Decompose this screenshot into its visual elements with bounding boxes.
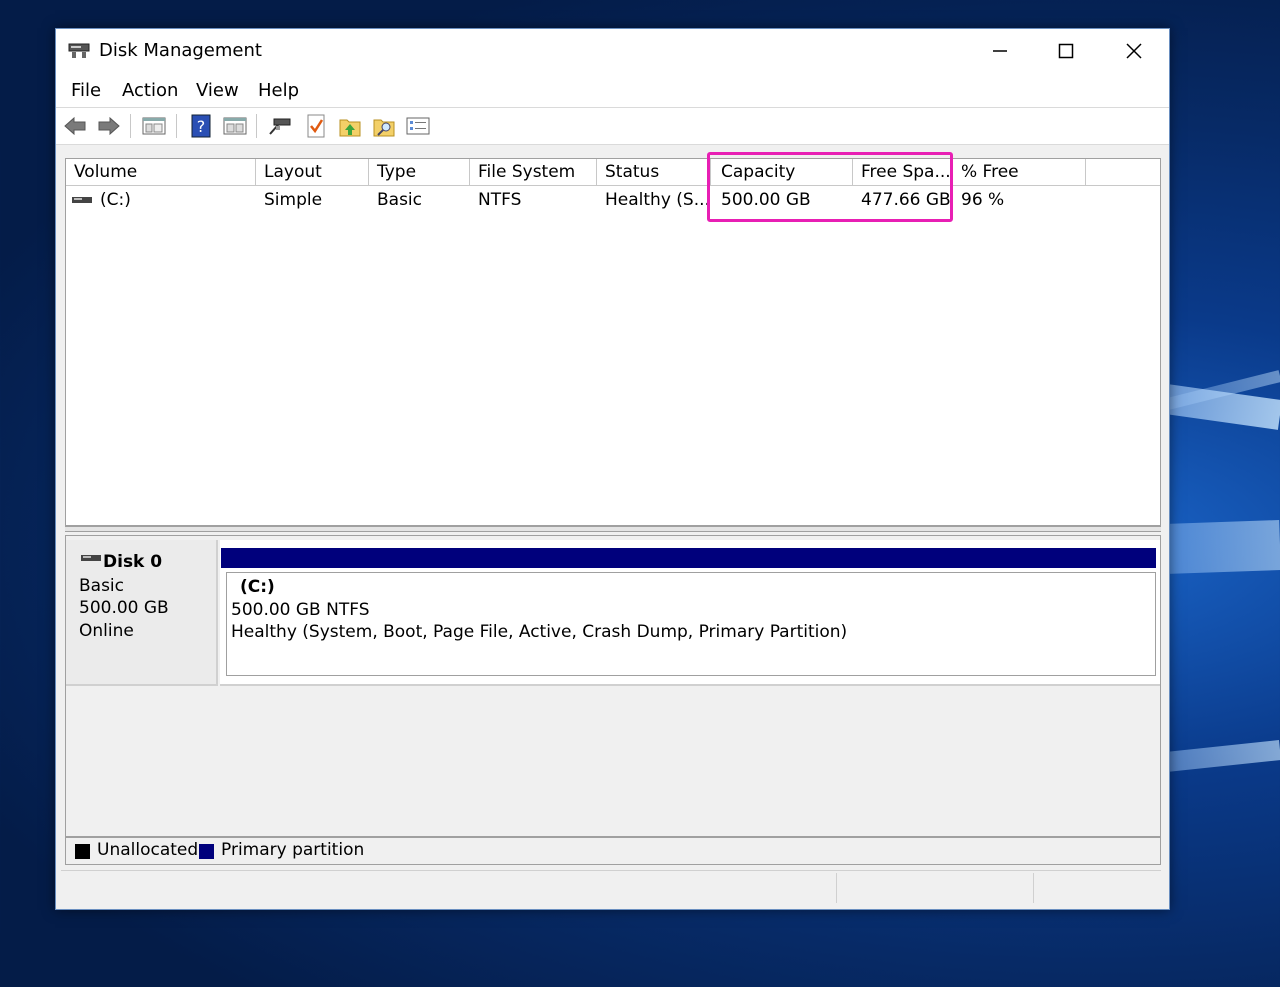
capacity-free-space-highlight xyxy=(707,152,953,222)
disk-info-panel[interactable]: Disk 0 Basic 500.00 GB Online xyxy=(66,540,218,686)
partition-size-fs: 500.00 GB NTFS xyxy=(231,600,370,620)
disk-name: Disk 0 xyxy=(103,552,163,572)
disk-management-window: Disk Management File Action View Help ? xyxy=(55,28,1170,910)
disk-title: Disk 0 xyxy=(81,552,162,572)
up-folder-icon[interactable] xyxy=(337,113,363,139)
window-title: Disk Management xyxy=(99,40,262,61)
primary-partition-strip xyxy=(221,548,1156,568)
menu-help[interactable]: Help xyxy=(258,80,299,101)
unallocated-swatch xyxy=(75,844,90,859)
maximize-icon xyxy=(1058,43,1074,59)
layout-cell: Simple xyxy=(264,190,323,210)
drive-icon xyxy=(72,197,92,203)
file-system-cell: NTFS xyxy=(478,190,522,210)
settings-list-icon[interactable] xyxy=(405,113,431,139)
toolbar-separator xyxy=(256,114,257,138)
menu-bar: File Action View Help xyxy=(56,73,1169,108)
back-arrow-icon[interactable] xyxy=(62,113,88,139)
console-tree-icon[interactable] xyxy=(141,113,167,139)
disk-management-icon xyxy=(68,41,90,59)
disk-size: 500.00 GB xyxy=(79,598,169,618)
help-icon[interactable]: ? xyxy=(188,113,214,139)
menu-action[interactable]: Action xyxy=(122,80,178,101)
status-bar xyxy=(61,870,1161,905)
percent-free-cell: 96 % xyxy=(961,190,1005,210)
volume-name: (C:) xyxy=(100,190,131,210)
column-header-type[interactable]: Type xyxy=(369,159,470,186)
column-header-volume[interactable]: Volume xyxy=(66,159,256,186)
column-header-layout[interactable]: Layout xyxy=(256,159,369,186)
disk-type: Basic xyxy=(79,576,125,596)
svg-text:?: ? xyxy=(197,117,206,136)
partition-status: Healthy (System, Boot, Page File, Active… xyxy=(231,622,848,642)
column-header-empty xyxy=(1086,159,1160,186)
column-header-percent-free[interactable]: % Free xyxy=(953,159,1086,186)
disk-icon xyxy=(81,555,101,561)
forward-arrow-icon[interactable] xyxy=(96,113,122,139)
type-cell: Basic xyxy=(377,190,423,210)
close-icon xyxy=(1126,43,1142,59)
status-bar-divider xyxy=(836,873,837,903)
partition-c[interactable]: (C:) 500.00 GB NTFS Healthy (System, Boo… xyxy=(226,572,1156,676)
minimize-button[interactable] xyxy=(967,29,1033,73)
column-header-status[interactable]: Status xyxy=(597,159,711,186)
menu-file[interactable]: File xyxy=(71,80,101,101)
column-header-file-system[interactable]: File System xyxy=(470,159,597,186)
toolbar: ? xyxy=(56,108,1169,145)
minimize-icon xyxy=(993,50,1007,52)
status-cell: Healthy (S... xyxy=(605,190,710,210)
primary-partition-swatch xyxy=(199,844,214,859)
disk-map-pane: Disk 0 Basic 500.00 GB Online (C:) 500.0… xyxy=(65,535,1161,837)
legend-primary-partition: Primary partition xyxy=(221,840,365,860)
toolbar-separator xyxy=(130,114,131,138)
pane-splitter[interactable] xyxy=(65,526,1161,532)
connect-icon[interactable] xyxy=(267,113,293,139)
disk-state: Online xyxy=(79,621,134,641)
partition-label: (C:) xyxy=(240,577,275,597)
status-bar-divider xyxy=(1033,873,1034,903)
close-button[interactable] xyxy=(1101,29,1167,73)
legend: Unallocated Primary partition xyxy=(65,837,1161,865)
volume-list: Volume Layout Type File System Status Ca… xyxy=(65,158,1161,526)
properties-icon[interactable] xyxy=(303,113,329,139)
find-icon[interactable] xyxy=(371,113,397,139)
show-hide-pane-icon[interactable] xyxy=(222,113,248,139)
menu-view[interactable]: View xyxy=(196,80,239,101)
legend-unallocated: Unallocated xyxy=(97,840,199,860)
disk-partition-map: (C:) 500.00 GB NTFS Healthy (System, Boo… xyxy=(220,540,1160,686)
maximize-button[interactable] xyxy=(1033,29,1099,73)
toolbar-separator xyxy=(176,114,177,138)
title-bar[interactable]: Disk Management xyxy=(56,29,1169,73)
volume-cell: (C:) xyxy=(66,187,256,213)
